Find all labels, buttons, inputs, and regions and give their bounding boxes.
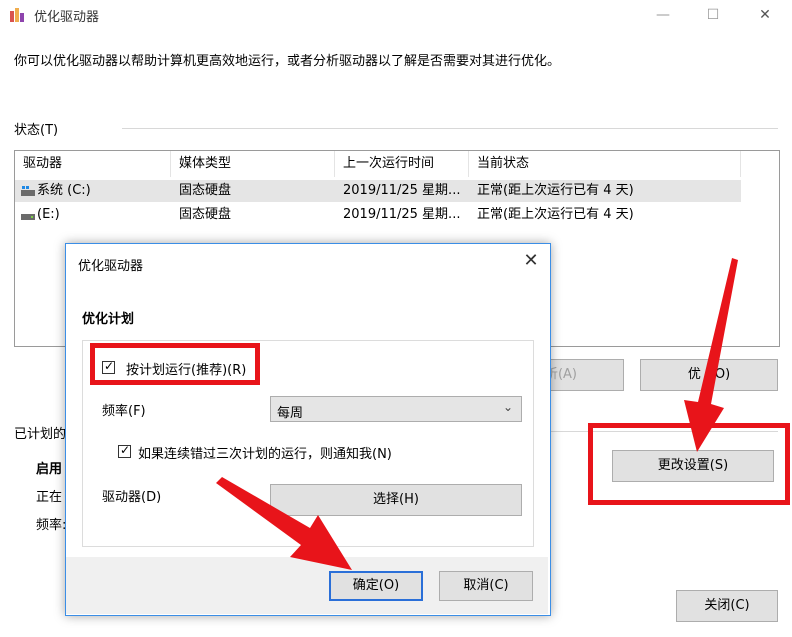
- annotation-arrows: [216, 258, 738, 570]
- optimize-drives-window: 优化驱动器 — ☐ ✕ 你可以优化驱动器以帮助计算机更高效地运行，或者分析驱动器…: [0, 0, 792, 637]
- arrow-to-ok-button: [216, 477, 352, 570]
- arrow-to-change-settings: [684, 258, 738, 452]
